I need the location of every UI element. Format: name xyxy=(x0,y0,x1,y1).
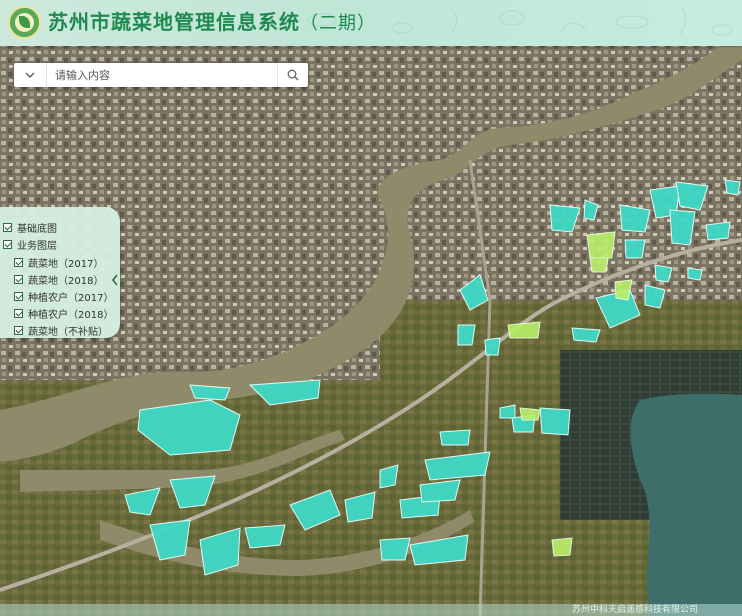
layer-group-label: 基础底图 xyxy=(17,223,57,235)
layer-item-label: 蔬菜地（2018） xyxy=(28,275,104,287)
copyright-text: 苏州中科天启遥感科技有限公司 xyxy=(571,605,698,615)
checkbox-farmer-2018[interactable] xyxy=(14,308,23,318)
search-icon xyxy=(287,69,299,81)
layer-panel-collapse-button[interactable] xyxy=(111,274,119,289)
app-header: 苏州市蔬菜地管理信息系统（二期） xyxy=(0,0,742,46)
search-bar xyxy=(14,63,308,87)
title-subtitle: （二期） xyxy=(300,13,376,34)
layer-item-vegetable-2018[interactable]: 蔬菜地（2018） xyxy=(14,271,103,287)
layer-item-label: 种植农户（2018） xyxy=(28,309,114,321)
search-button[interactable] xyxy=(277,63,308,87)
layer-item-label: 蔬菜地（不补贴） xyxy=(28,326,108,338)
layer-item-label: 蔬菜地（2017） xyxy=(28,258,104,270)
layer-item-farmer-2017[interactable]: 种植农户（2017） xyxy=(14,288,113,304)
chevron-down-icon xyxy=(25,72,35,78)
checkbox-farmer-2017[interactable] xyxy=(14,291,23,301)
layer-item-vegetable-nosubsidy[interactable]: 蔬菜地（不补贴） xyxy=(14,322,108,338)
layer-group-basemap[interactable]: 基础底图 xyxy=(3,219,57,235)
search-input[interactable] xyxy=(47,63,277,87)
checkbox-vegetable-2018[interactable] xyxy=(14,274,23,284)
page-title: 苏州市蔬菜地管理信息系统（二期） xyxy=(48,8,376,38)
app-logo xyxy=(8,6,41,39)
layer-panel: 基础底图 业务图层 蔬菜地（2017） 蔬菜地（2018） 种植农户（2017）… xyxy=(0,207,120,338)
chevron-left-icon xyxy=(111,274,118,286)
checkbox-vegetable-2017[interactable] xyxy=(14,257,23,267)
title-text: 苏州市蔬菜地管理信息系统 xyxy=(48,10,300,34)
layer-item-farmer-2018[interactable]: 种植农户（2018） xyxy=(14,305,113,321)
search-type-dropdown[interactable] xyxy=(14,63,47,87)
checkbox-basemap[interactable] xyxy=(3,222,12,232)
layer-group-business[interactable]: 业务图层 xyxy=(3,236,57,252)
checkbox-vegetable-nosubsidy[interactable] xyxy=(14,325,23,335)
layer-group-label: 业务图层 xyxy=(17,240,57,252)
checkbox-business[interactable] xyxy=(3,239,12,249)
layer-item-label: 种植农户（2017） xyxy=(28,292,114,304)
layer-item-vegetable-2017[interactable]: 蔬菜地（2017） xyxy=(14,254,103,270)
